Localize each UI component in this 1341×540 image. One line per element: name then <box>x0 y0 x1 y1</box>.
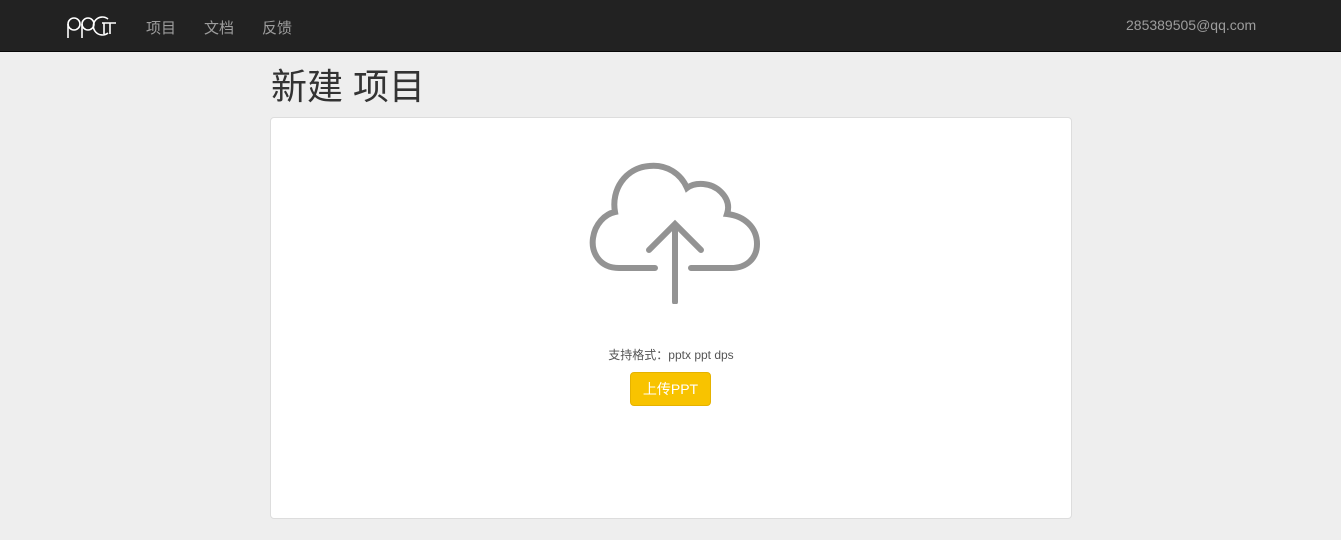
cloud-upload-icon <box>589 162 761 304</box>
page-title: 新建 项目 <box>271 66 426 107</box>
brand-logo[interactable] <box>66 13 118 39</box>
upload-ppt-button[interactable]: 上传PPT <box>630 372 711 406</box>
navbar: 项目 文档 反馈 285389505@qq.com <box>0 0 1341 52</box>
nav-item-projects[interactable]: 项目 <box>146 17 176 38</box>
upload-panel: 支持格式：pptx ppt dps 上传PPT <box>270 117 1072 519</box>
user-email-link[interactable]: 285389505@qq.com <box>1126 17 1256 33</box>
nav-item-feedback[interactable]: 反馈 <box>262 17 292 38</box>
supported-formats-text: 支持格式：pptx ppt dps <box>608 348 734 362</box>
nav-item-docs[interactable]: 文档 <box>204 17 234 38</box>
